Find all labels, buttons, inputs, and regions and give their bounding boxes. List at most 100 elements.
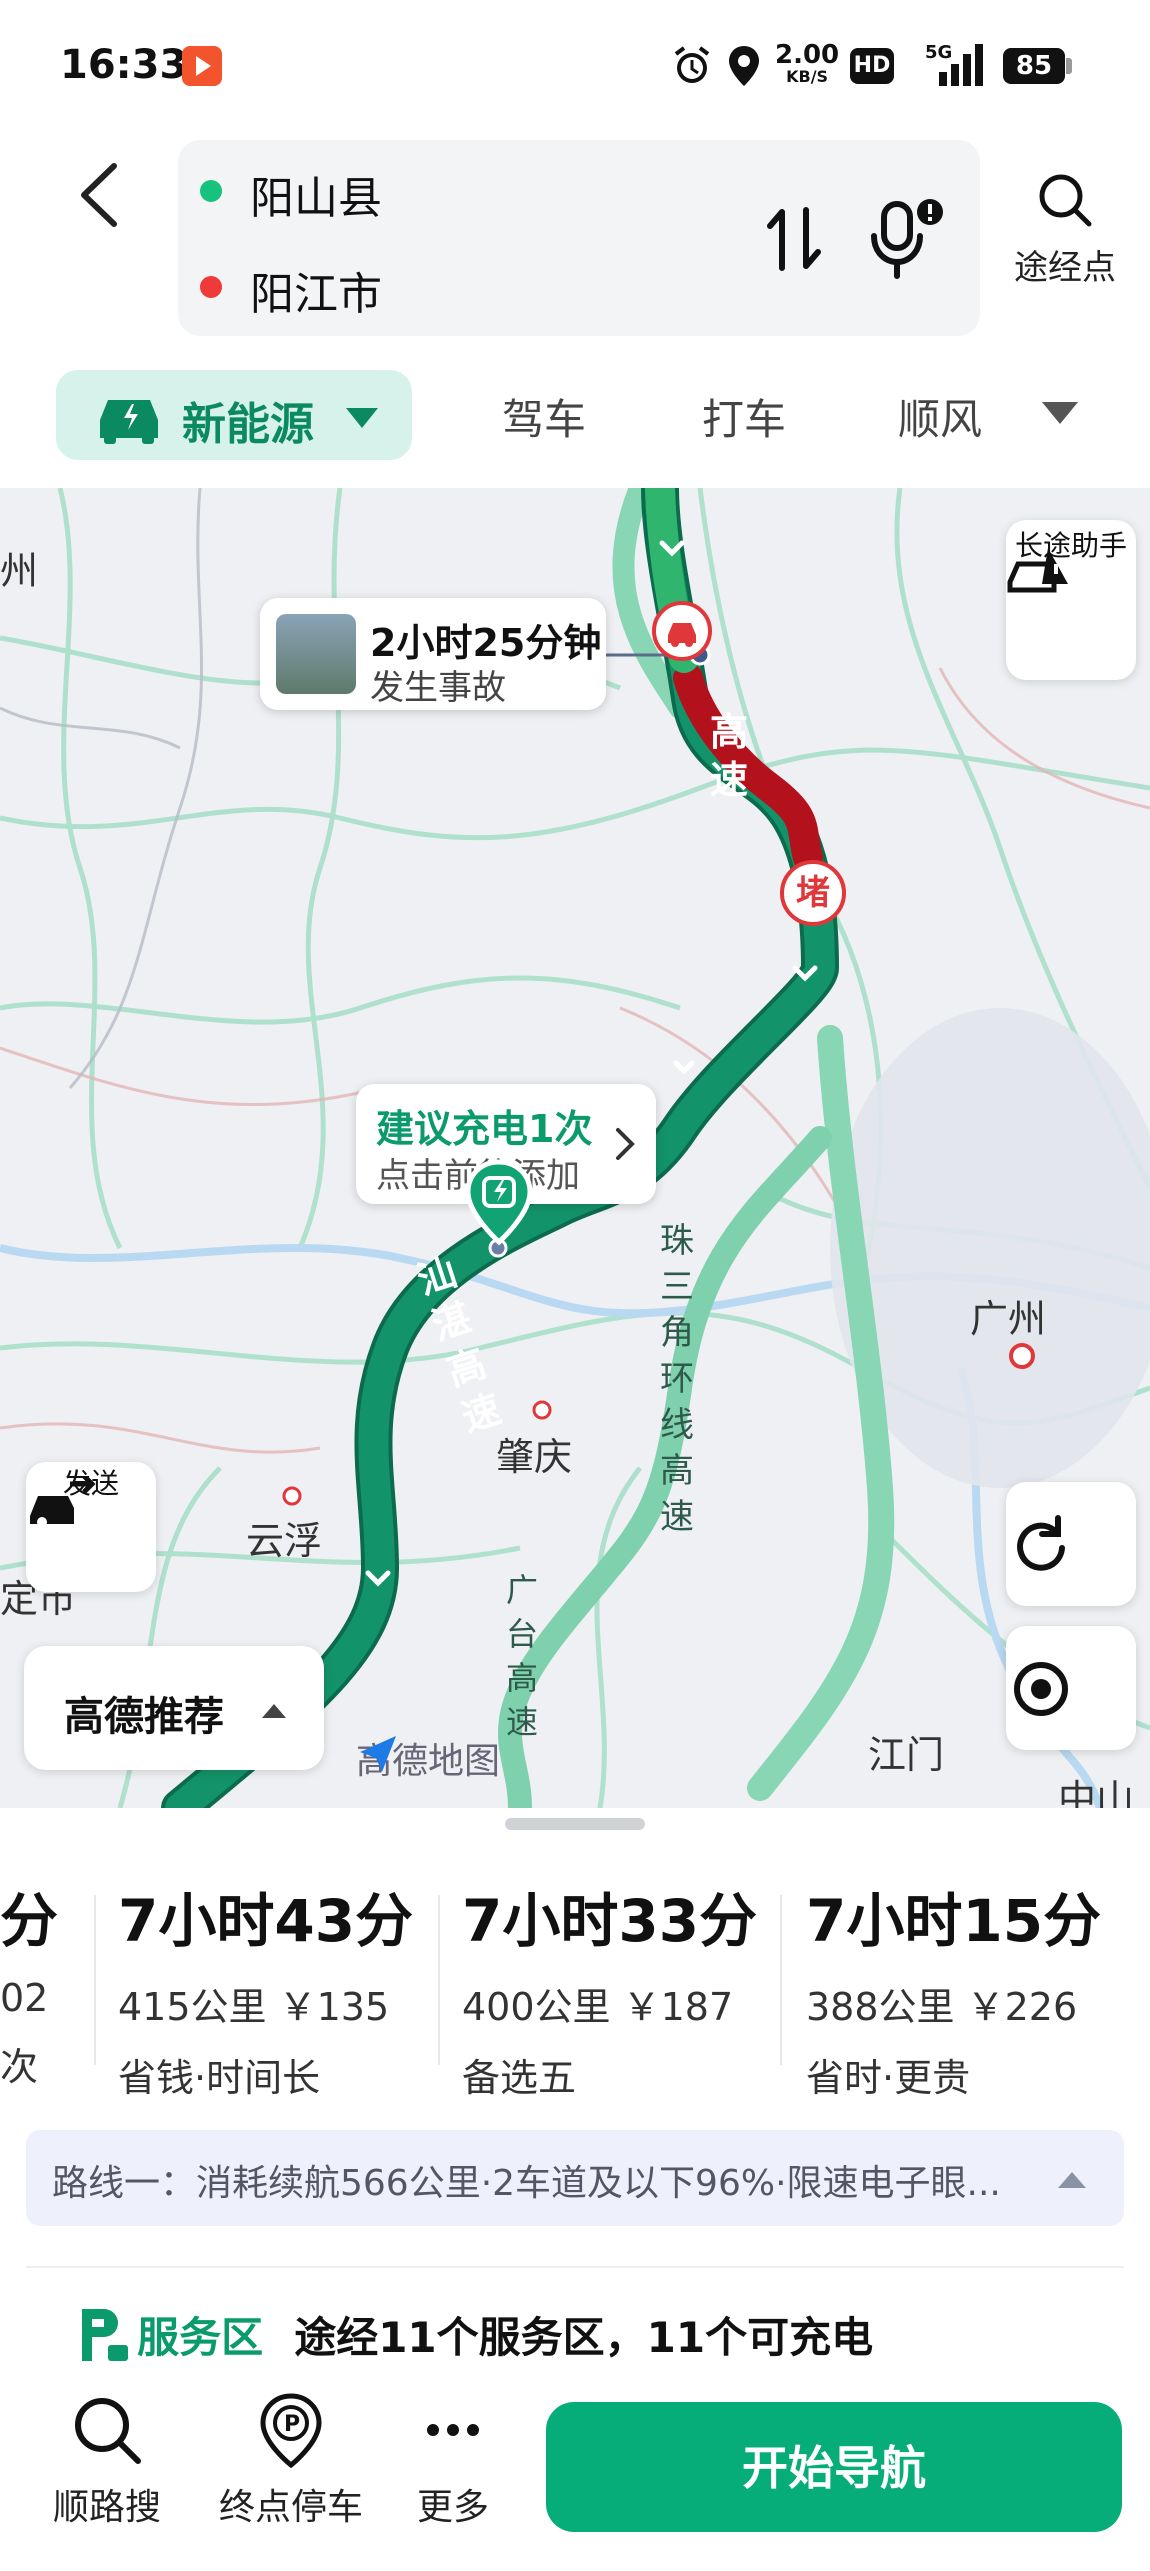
route-distance-price: 388公里 ￥226 (806, 1976, 1101, 2031)
route-price: ￥226 (966, 1985, 1078, 2029)
route-time: 7小时33分 (462, 1887, 758, 1955)
road-label-expressway: 高速 (710, 710, 749, 802)
city-guangzhou: 广州 (970, 1297, 1047, 1341)
more-button[interactable]: 更多 (388, 2392, 518, 2530)
route-option-4[interactable]: 7小时15分 388公里 ￥226 省时·更贵 (806, 1874, 1101, 2102)
status-time: 16:33 (60, 42, 188, 88)
locate-button[interactable] (1006, 1626, 1136, 1750)
route-distance: 02 (0, 1976, 49, 2020)
route-distance: 388公里 (806, 1985, 955, 2029)
mode-new-energy[interactable]: 新能源 (56, 370, 412, 460)
parking-pin-icon: P (260, 2393, 322, 2469)
route-tag: 省钱·时间长 (118, 2056, 321, 2100)
search-icon (1039, 174, 1092, 227)
incident-photo (276, 614, 356, 694)
network-speed: 2.00 KB/S (775, 40, 840, 88)
route-price: ￥135 (278, 1985, 390, 2029)
recommend-label: 高德推荐 (64, 1694, 224, 1740)
city-yunfu: 云浮 (246, 1519, 323, 1563)
route-option-2[interactable]: 7小时43分 415公里 ￥135 省钱·时间长 (118, 1874, 413, 2102)
target-icon (1014, 1662, 1068, 1716)
route-distance-price: 400公里 ￥187 (462, 1976, 757, 2031)
city-partial-zhou: 州 (0, 549, 39, 593)
long-trip-assistant-button[interactable]: 长途助手 (1006, 520, 1136, 680)
divider (26, 2266, 1124, 2268)
tab-taxi[interactable]: 打车 (702, 386, 786, 447)
route-option-partial[interactable]: 分 02 次 (0, 1874, 72, 2091)
route-tag: 次 (0, 2045, 39, 2089)
charge-title: 建议充电1次 (376, 1107, 593, 1151)
waypoint-button[interactable]: 途经点 (1005, 170, 1125, 289)
car-crash-icon (668, 623, 696, 647)
route-input-box: 阳山县 阳江市 (178, 140, 980, 336)
route-tag: 省时·更贵 (806, 2056, 971, 2100)
charging-pin-icon (465, 1159, 533, 1246)
charge-station-pin[interactable] (462, 1158, 536, 1248)
road-label-guangtai: 广台高速 (506, 1571, 539, 1741)
route-divider (438, 1895, 440, 2065)
speed-value: 2.00 (775, 40, 840, 70)
tab-carpool[interactable]: 顺风 (898, 386, 982, 447)
route-info-text: 路线一：消耗续航566公里·2车道及以下96%·限速电子眼... (52, 2163, 1001, 2204)
route-time: 7小时43分 (118, 1887, 414, 1955)
incident-time: 2小时25分钟 (370, 621, 602, 665)
alarm-icon (668, 44, 716, 88)
destination-parking-button[interactable]: P 终点停车 (216, 2392, 366, 2530)
parking-service-icon (82, 2308, 128, 2361)
video-app-icon (182, 46, 222, 86)
send-to-car-button[interactable]: 发送 (26, 1462, 156, 1592)
congestion-badge[interactable]: 堵 (780, 860, 846, 926)
caret-down-icon (346, 408, 378, 428)
refresh-icon (1017, 1515, 1065, 1571)
incident-desc: 发生事故 (370, 668, 506, 708)
status-bar: 16:33 2.00 KB/S HD 5G 85 (0, 0, 1150, 130)
service-area-row[interactable]: 服务区 途经11个服务区，11个可充电 (76, 2304, 873, 2365)
city-jiangmen: 江门 (868, 1733, 945, 1777)
route-divider (780, 1895, 782, 2065)
accident-marker[interactable] (652, 601, 712, 661)
recommend-selector[interactable]: 高德推荐 (24, 1646, 324, 1770)
city-zhongshan: 中山 (1058, 1777, 1135, 1808)
destination-field[interactable]: 阳江市 (250, 258, 382, 322)
route-price: ￥187 (622, 1985, 734, 2029)
route-time: 7小时15分 (806, 1887, 1102, 1955)
caret-up-icon (1058, 2172, 1086, 2188)
search-icon (75, 2398, 141, 2464)
incident-card[interactable]: 2小时25分钟 发生事故 (260, 598, 606, 710)
chevron-left-icon (81, 163, 117, 227)
route-distance: 415公里 (118, 1985, 267, 2029)
sheet-handle[interactable] (505, 1818, 645, 1830)
route-divider (94, 1895, 96, 2065)
tabs-more-icon[interactable] (1040, 400, 1080, 430)
waypoint-label: 途经点 (1014, 248, 1116, 288)
search-along-label: 顺路搜 (52, 2487, 161, 2528)
service-title: 服务区 (137, 2313, 264, 2362)
map-view[interactable]: 堵 高速 汕湛高速 珠三角环线高速 广台高速 广州 肇庆 云浮 江门 中山 州 … (0, 488, 1150, 1808)
more-dots-icon (427, 2424, 479, 2436)
destination-parking-label: 终点停车 (218, 2487, 363, 2528)
caret-up-icon (262, 1704, 286, 1718)
destination-dot (200, 276, 222, 298)
origin-field[interactable]: 阳山县 (250, 162, 382, 226)
tab-drive[interactable]: 驾车 (502, 386, 586, 447)
more-label: 更多 (416, 2487, 489, 2528)
start-navigation-button[interactable]: 开始导航 (546, 2402, 1122, 2532)
route-option-3[interactable]: 7小时33分 400公里 ￥187 备选五 (462, 1874, 757, 2102)
route-tag: 备选五 (462, 2056, 577, 2100)
swap-icon[interactable] (762, 204, 826, 274)
chevron-right-icon (616, 1128, 635, 1160)
road-label-pearl-ring: 珠三角环线高速 (660, 1221, 694, 1537)
voice-mic-icon[interactable] (868, 196, 948, 280)
car-flag-icon (1007, 548, 1068, 593)
hd-badge: HD (850, 48, 894, 84)
route-info-bar[interactable]: 路线一：消耗续航566公里·2车道及以下96%·限速电子眼... (26, 2130, 1124, 2226)
route-distance: 400公里 (462, 1985, 611, 2029)
amap-logo-icon (360, 1736, 396, 1772)
send-car-icon (30, 1476, 96, 1527)
refresh-button[interactable] (1006, 1482, 1136, 1606)
search-along-button[interactable]: 顺路搜 (42, 2392, 172, 2530)
back-button[interactable] (70, 160, 130, 230)
mode-label: 新能源 (182, 399, 314, 450)
service-desc: 途经11个服务区，11个可充电 (294, 2313, 874, 2362)
battery-level: 85 (1003, 48, 1065, 84)
